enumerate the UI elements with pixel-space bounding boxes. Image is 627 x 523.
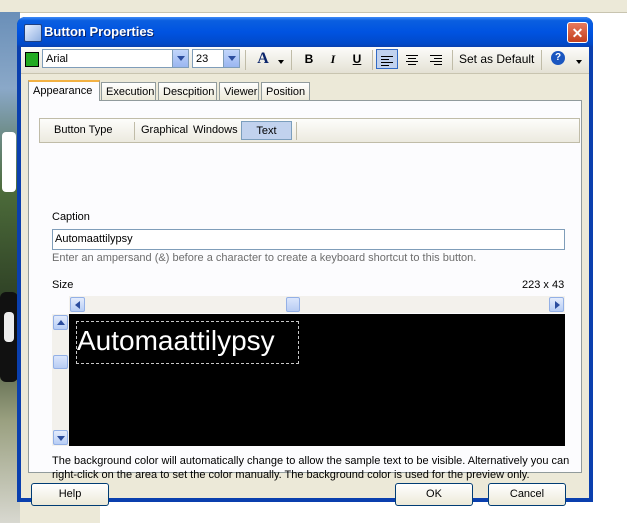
underline-button[interactable]: U — [348, 49, 366, 69]
preview-button-text[interactable]: Automaattilypsy — [76, 321, 299, 364]
tab-appearance[interactable]: Appearance — [28, 80, 100, 101]
scroll-up-button[interactable] — [53, 315, 68, 330]
chevron-down-icon[interactable] — [172, 50, 188, 67]
wallpaper-detail — [4, 312, 14, 342]
bold-icon: B — [304, 52, 314, 66]
align-left-button[interactable] — [376, 49, 398, 69]
font-name-combo[interactable]: Arial — [42, 49, 189, 68]
button-type-bar: Button Type Graphical Windows Text — [39, 118, 580, 143]
font-size-value: 23 — [196, 53, 209, 65]
vertical-scroll-thumb[interactable] — [53, 355, 68, 369]
chevron-down-icon[interactable] — [223, 50, 239, 67]
title-bar[interactable]: Button Properties ✕ — [17, 17, 593, 47]
window-frame — [589, 47, 593, 502]
font-color-dropdown-icon[interactable] — [278, 60, 284, 64]
toolbar-separator — [372, 50, 373, 70]
font-color-button[interactable]: A — [252, 49, 274, 69]
button-type-graphical[interactable]: Graphical — [141, 121, 188, 140]
appearance-panel: Button Type Graphical Windows Text Capti… — [28, 100, 582, 481]
scroll-down-button[interactable] — [53, 430, 68, 445]
background-color-note: The background color will automatically … — [52, 455, 570, 481]
button-type-text[interactable]: Text — [241, 121, 292, 140]
scroll-right-button[interactable] — [549, 297, 564, 312]
align-left-icon — [381, 56, 393, 67]
cancel-button[interactable]: Cancel — [488, 483, 566, 506]
horizontal-scrollbar[interactable] — [69, 296, 565, 313]
caption-input[interactable]: Automaattilypsy — [52, 229, 565, 250]
caption-label: Caption — [52, 211, 90, 223]
tab-description[interactable]: Descpition — [158, 82, 217, 100]
italic-icon: I — [330, 52, 336, 66]
dialog-app-icon — [24, 24, 42, 42]
toolbar-separator — [452, 50, 453, 70]
wallpaper-detail — [2, 132, 16, 192]
dialog-client-area: Arial 23 A B I U Set as Default ? Appear… — [21, 47, 589, 506]
chevron-right-icon — [555, 301, 560, 309]
underline-icon: U — [352, 52, 362, 66]
close-button[interactable]: ✕ — [567, 22, 588, 43]
size-label: Size — [52, 279, 74, 291]
font-name-value: Arial — [46, 53, 69, 65]
chevron-left-icon — [75, 301, 80, 309]
button-type-windows[interactable]: Windows — [193, 121, 238, 140]
button-preview-canvas[interactable]: Automaattilypsy — [69, 314, 565, 446]
toolbar-separator — [541, 50, 542, 70]
button-type-separator — [296, 122, 297, 140]
align-right-icon — [430, 55, 442, 66]
vertical-scrollbar[interactable] — [52, 314, 69, 446]
button-type-separator — [134, 122, 135, 140]
horizontal-scroll-thumb[interactable] — [286, 297, 300, 312]
chevron-up-icon — [57, 320, 65, 325]
tab-execution[interactable]: Execution — [101, 82, 156, 100]
align-right-button[interactable] — [425, 49, 447, 69]
help-icon[interactable]: ? — [551, 51, 565, 65]
italic-button[interactable]: I — [324, 49, 342, 69]
tab-viewer[interactable]: Viewer — [219, 82, 259, 100]
button-type-label: Button Type — [54, 124, 113, 136]
align-center-button[interactable] — [401, 49, 423, 69]
set-as-default-button[interactable]: Set as Default — [459, 49, 534, 69]
tab-position[interactable]: Position — [261, 82, 310, 100]
font-color-icon: A — [257, 50, 269, 67]
preview-area: Automaattilypsy — [52, 296, 565, 446]
text-color-swatch[interactable] — [25, 52, 39, 67]
size-value: 223 x 43 — [522, 279, 565, 291]
align-center-icon — [406, 55, 418, 66]
toolbar-separator — [245, 50, 246, 70]
caption-hint: Enter an ampersand (&) before a characte… — [52, 252, 477, 264]
ok-button[interactable]: OK — [395, 483, 473, 506]
help-button[interactable]: Help — [31, 483, 109, 506]
desktop-background-window — [0, 0, 627, 13]
toolbar-separator — [291, 50, 292, 70]
scroll-left-button[interactable] — [70, 297, 85, 312]
button-properties-dialog: Button Properties ✕ Arial 23 A B I U Set… — [17, 17, 593, 506]
dialog-title: Button Properties — [44, 24, 154, 39]
bold-button[interactable]: B — [300, 49, 318, 69]
close-icon: ✕ — [571, 25, 584, 41]
font-size-combo[interactable]: 23 — [192, 49, 240, 68]
chevron-down-icon — [57, 436, 65, 441]
formatting-toolbar: Arial 23 A B I U Set as Default ? — [21, 47, 589, 74]
help-dropdown-icon[interactable] — [576, 60, 582, 64]
